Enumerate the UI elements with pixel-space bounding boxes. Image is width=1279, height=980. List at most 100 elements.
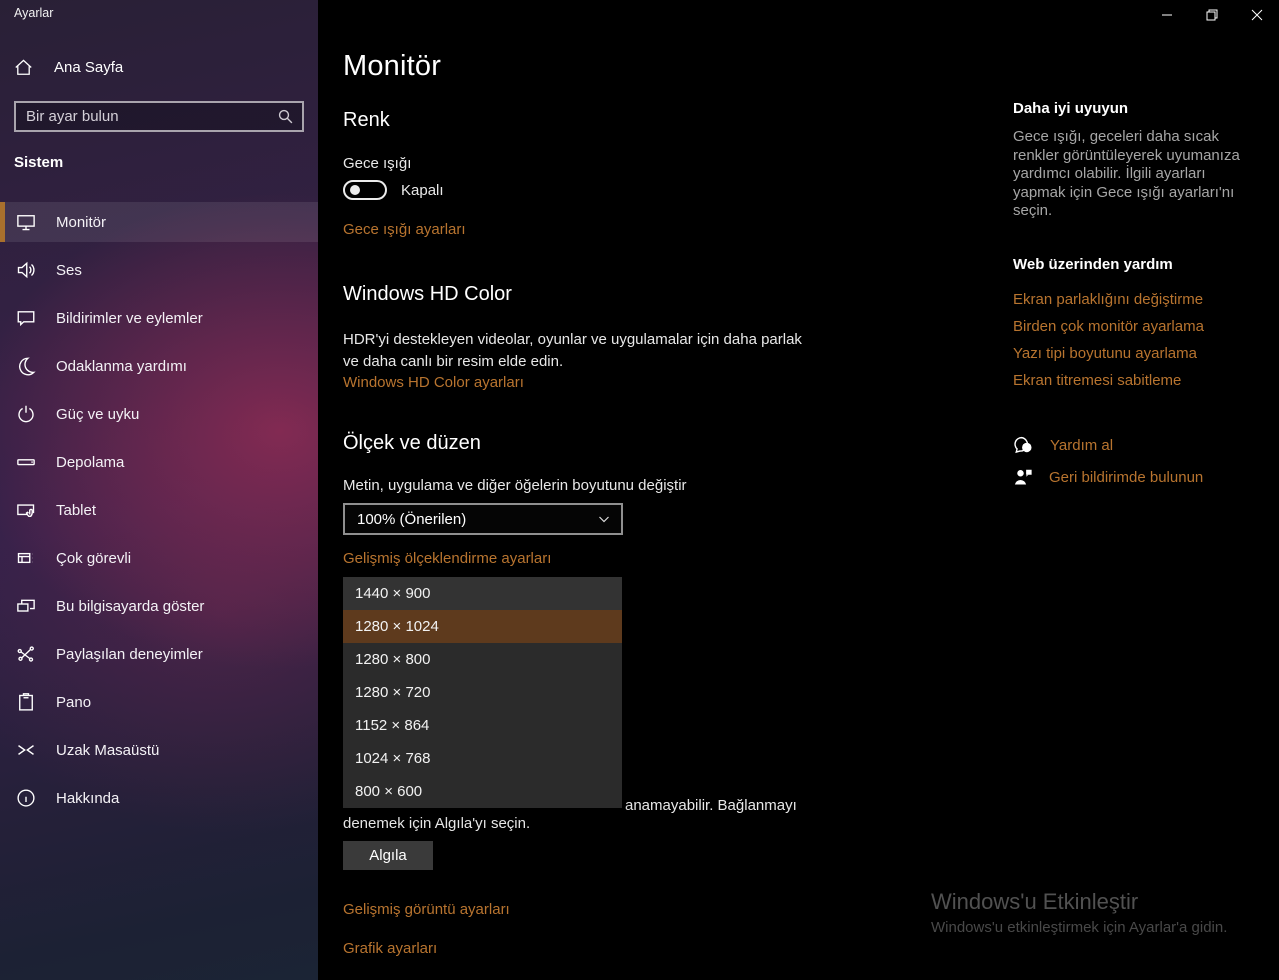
restore-button[interactable] [1189, 0, 1234, 30]
sidebar-item-projecting[interactable]: Bu bilgisayarda göster [0, 586, 318, 626]
detect-text-fragment: anamayabilir. Bağlanmayı [625, 797, 797, 814]
sidebar-item-label: Tablet [56, 501, 97, 519]
speaker-icon [16, 260, 36, 280]
toggle-state-label: Kapalı [401, 181, 444, 199]
feedback-label: Geri bildirimde bulunun [1049, 468, 1204, 486]
watermark-title: Windows'u Etkinleştir [931, 889, 1139, 914]
sidebar-item-storage[interactable]: Depolama [0, 442, 318, 482]
sidebar-item-label: Bu bilgisayarda göster [56, 597, 205, 615]
sidebar-item-label: Odaklanma yardımı [56, 357, 187, 375]
graphics-settings-link[interactable]: Grafik ayarları [343, 940, 437, 957]
get-help-label: Yardım al [1050, 437, 1114, 454]
svg-text:?: ? [1024, 443, 1029, 452]
detect-text-line2: denemek için Algıla'yı seçin. [343, 815, 531, 832]
tablet-icon [16, 500, 36, 520]
window-controls [1144, 0, 1279, 30]
hd-color-settings-link[interactable]: Windows HD Color ayarları [343, 374, 524, 391]
resolution-option[interactable]: 1024 × 768 [343, 742, 622, 775]
get-help-row[interactable]: ? Yardım al [1013, 435, 1113, 456]
sidebar-item-focus-assist[interactable]: Odaklanma yardımı [0, 346, 318, 386]
sidebar-item-label: Monitör [56, 213, 107, 231]
sidebar-home-label: Ana Sayfa [54, 59, 124, 76]
sidebar-item-clipboard[interactable]: Pano [0, 682, 318, 722]
power-icon [16, 404, 36, 424]
night-light-toggle-row: Kapalı [343, 180, 444, 200]
sidebar-item-about[interactable]: Hakkında [0, 778, 318, 818]
settings-search-box[interactable] [14, 101, 304, 132]
get-help-icon: ? [1013, 435, 1034, 456]
sidebar-nav: Monitör Ses Bildirimler ve eylemler Odak… [0, 202, 318, 826]
scale-select[interactable]: 100% (Önerilen) [343, 503, 623, 535]
monitor-icon [16, 212, 36, 232]
resolution-option[interactable]: 1280 × 720 [343, 676, 622, 709]
sidebar-item-monitor[interactable]: Monitör [0, 202, 318, 242]
toggle-knob [350, 185, 360, 195]
night-light-toggle[interactable] [343, 180, 387, 200]
detect-button[interactable]: Algıla [343, 841, 433, 870]
watermark-subtitle: Windows'u etkinleştirmek için Ayarlar'a … [931, 919, 1228, 936]
sleep-tip-text: Gece ışığı, geceleri daha sıcak renkler … [1013, 128, 1240, 219]
sidebar-item-label: Uzak Masaüstü [56, 741, 160, 759]
notifications-icon [16, 308, 36, 328]
project-icon [16, 596, 36, 616]
sidebar-item-notifications[interactable]: Bildirimler ve eylemler [0, 298, 318, 338]
web-help-heading: Web üzerinden yardım [1013, 256, 1173, 273]
sidebar-item-label: Depolama [56, 453, 125, 471]
clipboard-icon [16, 692, 36, 712]
shared-experiences-icon [16, 644, 36, 664]
resolution-option[interactable]: 1152 × 864 [343, 709, 622, 742]
help-link-flicker[interactable]: Ekran titremesi sabitleme [1013, 372, 1181, 389]
sidebar-item-sound[interactable]: Ses [0, 250, 318, 290]
app-title: Ayarlar [14, 6, 54, 20]
search-input[interactable] [26, 108, 277, 125]
night-light-label: Gece ışığı [343, 155, 412, 172]
sidebar-item-label: Paylaşılan deneyimler [56, 645, 203, 663]
color-section-heading: Renk [343, 109, 390, 131]
close-button[interactable] [1234, 0, 1279, 30]
sleep-tip-heading: Daha iyi uyuyun [1013, 100, 1129, 117]
sidebar-item-remote-desktop[interactable]: Uzak Masaüstü [0, 730, 318, 770]
sidebar-item-label: Çok görevli [56, 549, 132, 567]
sidebar-item-label: Güç ve uyku [56, 405, 140, 423]
resolution-dropdown-list: 1440 × 900 1280 × 1024 1280 × 800 1280 ×… [343, 577, 622, 808]
home-icon [14, 58, 33, 77]
multitask-icon [16, 548, 36, 568]
sidebar-item-power-sleep[interactable]: Güç ve uyku [0, 394, 318, 434]
minimize-button[interactable] [1144, 0, 1189, 30]
resolution-option[interactable]: 800 × 600 [343, 775, 622, 808]
sidebar-item-tablet[interactable]: Tablet [0, 490, 318, 530]
sidebar-item-label: Hakkında [56, 789, 120, 807]
feedback-icon [1013, 467, 1033, 487]
sidebar-item-label: Ses [56, 261, 82, 279]
storage-icon [16, 452, 36, 472]
scale-label: Metin, uygulama ve diğer öğelerin boyutu… [343, 477, 687, 494]
sidebar-item-shared-experiences[interactable]: Paylaşılan deneyimler [0, 634, 318, 674]
sidebar-item-multitasking[interactable]: Çok görevli [0, 538, 318, 578]
activation-watermark: Windows'u Etkinleştir Windows'u etkinleş… [931, 889, 1227, 936]
resolution-option-selected[interactable]: 1280 × 1024 [343, 610, 622, 643]
resolution-option[interactable]: 1440 × 900 [343, 577, 622, 610]
remote-desktop-icon [16, 740, 36, 760]
scale-section-heading: Ölçek ve düzen [343, 432, 481, 454]
info-icon [16, 788, 36, 808]
sidebar: Ayarlar Ana Sayfa Sistem Monitör [0, 0, 318, 980]
search-icon[interactable] [277, 108, 294, 125]
sidebar-section-label: Sistem [14, 154, 64, 171]
night-light-settings-link[interactable]: Gece ışığı ayarları [343, 221, 466, 238]
sidebar-item-label: Bildirimler ve eylemler [56, 309, 203, 327]
focus-moon-icon [16, 356, 36, 376]
page-title: Monitör [343, 50, 442, 82]
advanced-display-link[interactable]: Gelişmiş görüntü ayarları [343, 901, 510, 918]
sidebar-item-label: Pano [56, 693, 92, 711]
help-link-brightness[interactable]: Ekran parlaklığını değiştirme [1013, 291, 1203, 308]
chevron-down-icon [597, 512, 611, 526]
hd-color-description: HDR'yi destekleyen videolar, oyunlar ve … [343, 331, 802, 370]
help-link-multi-monitor[interactable]: Birden çok monitör ayarlama [1013, 318, 1204, 335]
scale-select-value: 100% (Önerilen) [357, 510, 467, 528]
feedback-row[interactable]: Geri bildirimde bulunun [1013, 467, 1203, 487]
advanced-scaling-link[interactable]: Gelişmiş ölçeklendirme ayarları [343, 550, 551, 567]
hd-color-heading: Windows HD Color [343, 283, 512, 305]
sidebar-item-home[interactable]: Ana Sayfa [14, 58, 123, 77]
help-link-font-size[interactable]: Yazı tipi boyutunu ayarlama [1013, 345, 1197, 362]
resolution-option[interactable]: 1280 × 800 [343, 643, 622, 676]
